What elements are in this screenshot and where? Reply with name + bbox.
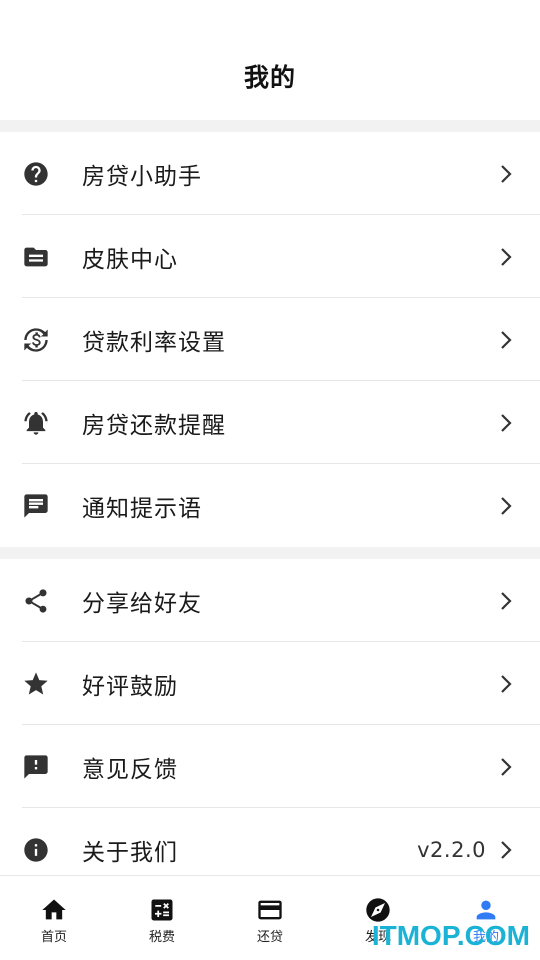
chevron-right-icon xyxy=(498,412,514,434)
tab-home[interactable]: 首页 xyxy=(0,876,108,960)
menu-item-label: 皮肤中心 xyxy=(82,246,178,273)
message-icon xyxy=(22,492,50,520)
menu-item-repayment-reminder[interactable]: 房贷还款提醒 xyxy=(0,381,540,464)
help-circle-icon xyxy=(22,160,50,188)
menu-item-label: 分享给好友 xyxy=(82,590,202,617)
menu-item-feedback[interactable]: 意见反馈 xyxy=(0,725,540,808)
home-icon xyxy=(42,899,66,920)
currency-refresh-icon xyxy=(22,326,50,354)
section-divider xyxy=(0,120,540,132)
tab-repay[interactable]: 还贷 xyxy=(216,876,324,960)
menu-item-share[interactable]: 分享给好友 xyxy=(0,559,540,642)
page-title: 我的 xyxy=(243,63,296,92)
site-watermark: ITMOP.COM xyxy=(371,920,530,951)
calculator-icon xyxy=(151,899,173,921)
tab-label: 税费 xyxy=(148,930,175,945)
credit-card-icon xyxy=(258,900,282,920)
chevron-right-icon xyxy=(498,756,514,778)
menu-item-label: 贷款利率设置 xyxy=(82,329,226,356)
menu-item-label: 通知提示语 xyxy=(82,495,202,522)
tab-label: 还贷 xyxy=(256,930,283,945)
menu-item-skin-center[interactable]: 皮肤中心 xyxy=(0,215,540,298)
app-version: v2.2.0 xyxy=(417,837,486,862)
menu-item-notification-text[interactable]: 通知提示语 xyxy=(0,464,540,547)
menu-item-rate-app[interactable]: 好评鼓励 xyxy=(0,642,540,725)
menu-item-loan-rate-settings[interactable]: 贷款利率设置 xyxy=(0,298,540,381)
menu-item-mortgage-assistant[interactable]: 房贷小助手 xyxy=(0,132,540,215)
tab-label: 首页 xyxy=(40,930,67,945)
feedback-icon xyxy=(22,753,50,781)
share-icon xyxy=(22,587,50,615)
folder-icon xyxy=(22,243,50,271)
settings-group-1: 房贷小助手 皮肤中心 贷款利率设置 房贷还款提醒 通知提示语 xyxy=(0,132,540,547)
chevron-right-icon xyxy=(498,673,514,695)
menu-item-label: 关于我们 xyxy=(82,839,178,866)
page-header: 我的 xyxy=(0,0,540,120)
chevron-right-icon xyxy=(498,329,514,351)
alarm-bell-icon xyxy=(22,409,50,437)
chevron-right-icon xyxy=(498,163,514,185)
info-icon xyxy=(22,836,50,864)
chevron-right-icon xyxy=(498,495,514,517)
menu-item-label: 意见反馈 xyxy=(82,756,178,783)
settings-group-2: 分享给好友 好评鼓励 意见反馈 关于我们 v2.2.0 xyxy=(0,559,540,891)
chevron-right-icon xyxy=(498,839,514,861)
tab-tax[interactable]: 税费 xyxy=(108,876,216,960)
menu-item-label: 房贷还款提醒 xyxy=(82,412,226,439)
star-icon xyxy=(22,670,50,698)
chevron-right-icon xyxy=(498,590,514,612)
menu-item-label: 房贷小助手 xyxy=(82,163,202,190)
menu-item-label: 好评鼓励 xyxy=(82,673,178,700)
section-divider xyxy=(0,547,540,559)
chevron-right-icon xyxy=(498,246,514,268)
